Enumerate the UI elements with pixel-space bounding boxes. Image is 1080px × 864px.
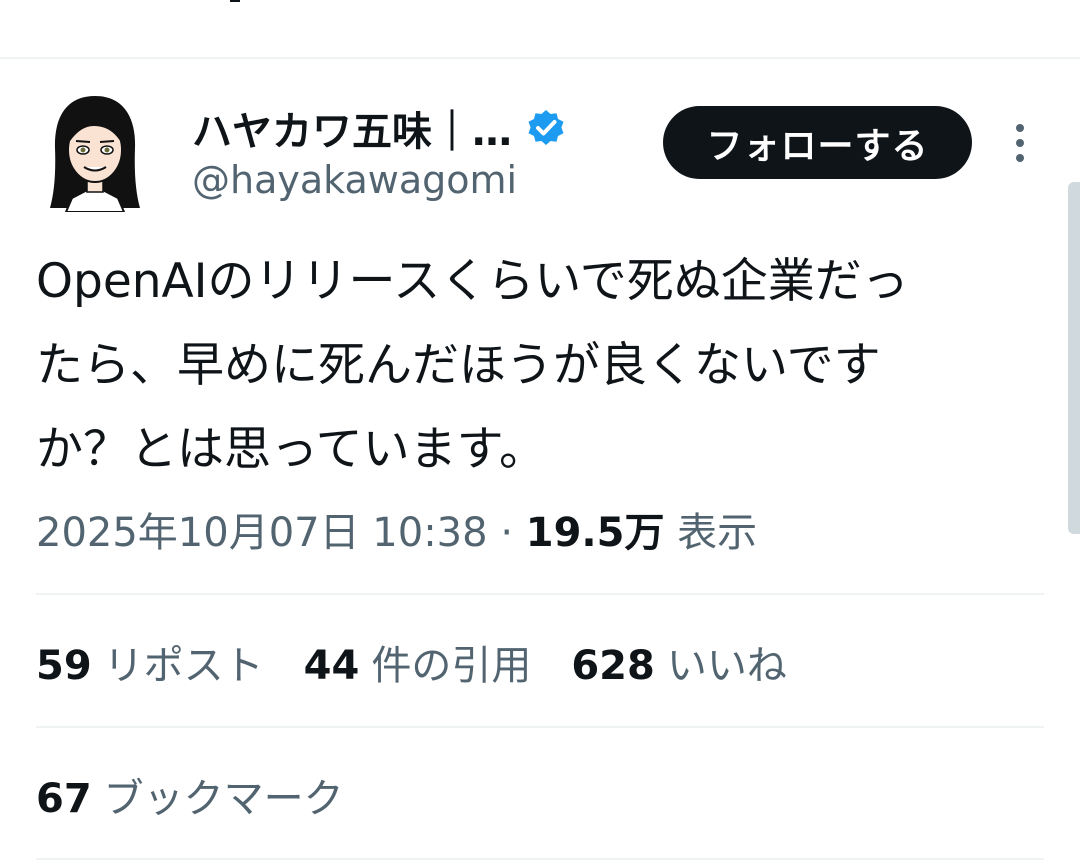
tweet-text: OpenAIのリリースくらいで死ぬ企業だっ たら、早めに死んだほうが良くないです… [36, 240, 1046, 492]
like-label: いいね [666, 643, 787, 689]
verified-badge-icon[interactable] [526, 108, 566, 148]
display-name[interactable]: ハヤカワ五味｜… [192, 99, 512, 157]
avatar[interactable] [44, 92, 146, 213]
author-display-name-row[interactable]: ハヤカワ五味｜… [192, 98, 566, 158]
tweet-timestamp[interactable]: 2025年10月07日 10:38 [36, 510, 488, 556]
repost-count: 59 [36, 643, 92, 689]
quote-stat[interactable]: 44 件の引用 [304, 633, 532, 691]
view-count: 19.5万 [525, 510, 665, 556]
quote-label: 件の引用 [371, 643, 532, 689]
bookmark-count: 67 [36, 776, 92, 822]
divider [36, 858, 1044, 860]
repost-label: リポスト [103, 643, 264, 689]
tweet-meta: 2025年10月07日 10:38 · 19.5万 表示 [36, 500, 757, 558]
quote-count: 44 [303, 643, 360, 689]
scrollbar[interactable] [1068, 182, 1080, 534]
like-stat[interactable]: 628 いいね [571, 633, 787, 691]
previous-tweet-edge [0, 0, 1080, 59]
more-vertical-icon[interactable] [1006, 122, 1034, 164]
bookmark-label: ブックマーク [103, 776, 344, 822]
view-count-label: 表示 [677, 510, 758, 556]
bookmark-stat[interactable]: 67 ブックマーク [36, 766, 344, 824]
meta-separator: · [500, 510, 514, 556]
tweet-text-line: OpenAIのリリースくらいで死ぬ企業だっ [36, 254, 909, 309]
like-count: 628 [571, 643, 655, 689]
tweet-text-line: たら、早めに死んだほうが良くないです [36, 338, 881, 393]
divider [36, 593, 1044, 595]
divider [36, 726, 1044, 728]
author-handle[interactable]: @hayakawagomi [192, 158, 517, 202]
repost-stat[interactable]: 59 リポスト [36, 633, 264, 691]
engagement-stats: 59 リポスト 44 件の引用 628 いいね [36, 633, 787, 691]
follow-button[interactable]: フォローする [663, 106, 972, 179]
cut-off-text-fragment [230, 0, 240, 2]
tweet-text-line: か？とは思っています。 [36, 422, 546, 477]
